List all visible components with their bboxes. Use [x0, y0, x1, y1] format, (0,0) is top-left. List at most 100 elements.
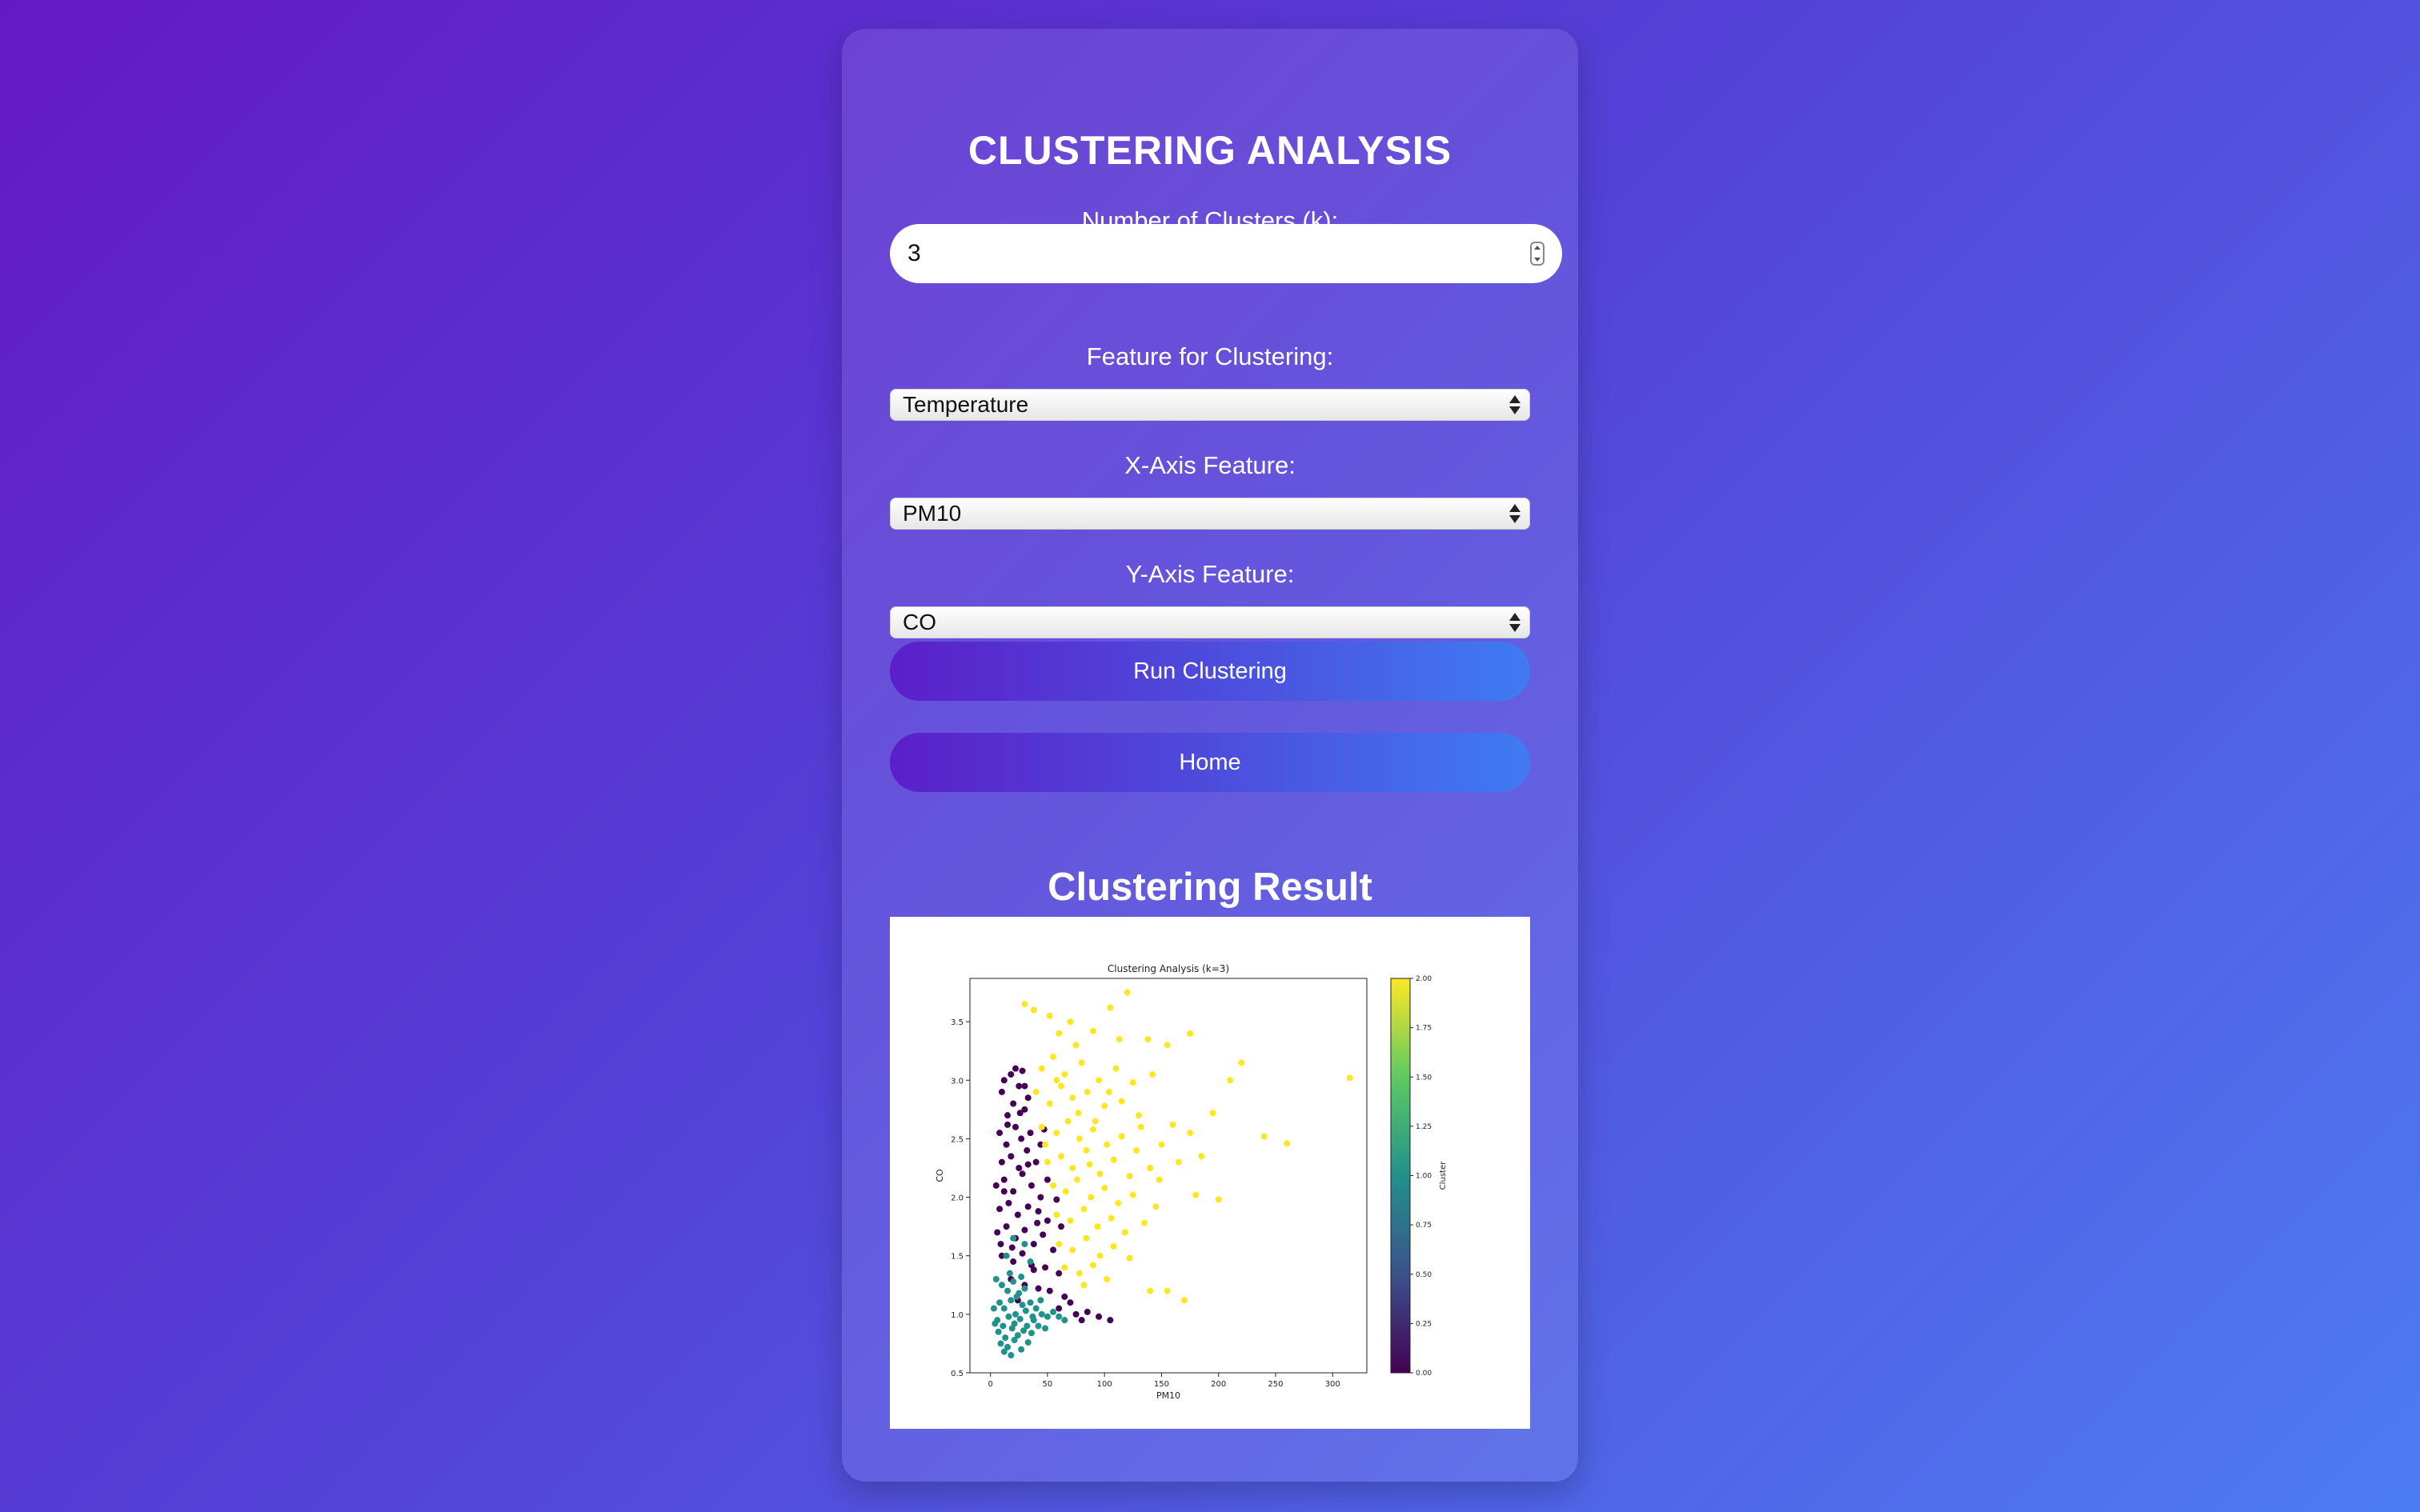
cluster-1-point: [1000, 1348, 1008, 1355]
cluster-1-point: [1002, 1334, 1009, 1342]
x-axis-select[interactable]: PM10: [890, 498, 1530, 530]
cluster-2-point: [1118, 1098, 1125, 1105]
cluster-1-point: [992, 1320, 999, 1327]
colorbar-tick-label: 1.50: [1416, 1074, 1432, 1082]
cluster-2-point: [1067, 1018, 1074, 1026]
cluster-0-point: [1021, 1226, 1028, 1234]
cluster-0-point: [1000, 1188, 1008, 1195]
cluster-1-point: [992, 1275, 1000, 1282]
cluster-0-point: [1019, 1067, 1026, 1074]
cluster-1-point: [1020, 1327, 1027, 1334]
colorbar-tick-label: 1.75: [1416, 1025, 1432, 1033]
cluster-1-point: [1050, 1308, 1057, 1315]
cluster-2-point: [1083, 1234, 1090, 1242]
feature-selected-value: Temperature: [903, 392, 1029, 417]
clusters-number-input[interactable]: 3: [890, 224, 1562, 283]
cluster-2-point: [1121, 1229, 1128, 1236]
cluster-2-point: [1088, 1194, 1095, 1201]
x-axis-selected-value: PM10: [903, 501, 962, 526]
cluster-2-point: [1092, 1118, 1099, 1125]
y-axis-selected-value: CO: [903, 610, 936, 634]
cluster-0-point: [996, 1206, 1004, 1213]
cluster-2-point: [1104, 1141, 1111, 1148]
cluster-0-point: [1003, 1141, 1010, 1148]
run-clustering-button[interactable]: Run Clustering: [890, 642, 1530, 701]
cluster-0-point: [1037, 1194, 1044, 1201]
cluster-2-point: [1030, 1006, 1037, 1014]
cluster-0-point: [1010, 1100, 1017, 1107]
cluster-0-point: [1056, 1270, 1063, 1277]
cluster-2-point: [1180, 1297, 1188, 1304]
cluster-2-point: [1226, 1077, 1233, 1084]
cluster-0-point: [1008, 1153, 1015, 1160]
cluster-1-point: [1000, 1305, 1008, 1312]
cluster-1-point: [1032, 1305, 1040, 1312]
cluster-2-point: [1198, 1153, 1205, 1160]
cluster-1-point: [1021, 1285, 1028, 1292]
cluster-1-point: [1016, 1315, 1024, 1322]
cluster-2-point: [1108, 1214, 1115, 1222]
cluster-2-point: [1044, 1158, 1051, 1166]
cluster-2-point: [1126, 1254, 1133, 1262]
feature-select[interactable]: Temperature: [890, 389, 1530, 421]
home-button[interactable]: Home: [890, 733, 1530, 792]
cluster-2-point: [1058, 1082, 1065, 1090]
cluster-2-point: [1129, 1079, 1136, 1086]
cluster-1-point: [1061, 1317, 1068, 1324]
cluster-2-point: [1069, 1164, 1076, 1171]
cluster-2-point: [1110, 1156, 1117, 1163]
cluster-2-point: [1046, 1012, 1053, 1019]
cluster-2-point: [1062, 1188, 1069, 1195]
cluster-2-point: [1115, 1199, 1122, 1206]
colorbar-tick-label: 1.25: [1416, 1123, 1432, 1131]
cluster-0-point: [1014, 1211, 1021, 1218]
cluster-2-point: [1147, 1287, 1154, 1294]
cluster-0-point: [1024, 1203, 1032, 1210]
y-axis-label: CO: [935, 1169, 945, 1182]
cluster-2-point: [1061, 1070, 1068, 1078]
cluster-2-point: [1076, 1135, 1083, 1142]
cluster-2-point: [1152, 1203, 1160, 1210]
cluster-0-point: [1032, 1158, 1040, 1166]
cluster-0-point: [1034, 1219, 1041, 1226]
cluster-1-point: [1028, 1330, 1035, 1337]
cluster-2-point: [1158, 1141, 1165, 1148]
cluster-0-point: [1050, 1246, 1057, 1254]
cluster-2-point: [1126, 1173, 1133, 1180]
stepper-icon[interactable]: [1530, 242, 1545, 266]
y-axis-select[interactable]: CO: [890, 606, 1530, 638]
cluster-2-point: [1076, 1270, 1083, 1277]
cluster-2-point: [1101, 1184, 1108, 1191]
cluster-0-point: [1096, 1313, 1103, 1320]
colorbar: [1390, 978, 1411, 1374]
cluster-0-point: [1028, 1182, 1035, 1189]
cluster-2-point: [1089, 1126, 1096, 1133]
cluster-0-point: [1012, 1065, 1020, 1072]
cluster-2-point: [1064, 1118, 1072, 1125]
cluster-1-point: [1010, 1234, 1017, 1242]
cluster-2-point: [1083, 1147, 1090, 1154]
cluster-2-point: [1129, 1191, 1136, 1198]
cluster-0-point: [1030, 1266, 1037, 1274]
cluster-0-point: [1000, 1077, 1008, 1084]
cluster-1-point: [1000, 1322, 1007, 1330]
cluster-0-point: [1016, 1082, 1023, 1090]
cluster-2-point: [1021, 1001, 1028, 1008]
cluster-2-point: [1346, 1074, 1353, 1082]
cluster-0-point: [1044, 1217, 1051, 1224]
cluster-2-point: [1284, 1140, 1291, 1147]
cluster-2-point: [1094, 1223, 1101, 1230]
cluster-2-point: [1058, 1153, 1065, 1160]
y-tick-label: 3.5: [951, 1018, 964, 1027]
cluster-2-point: [1260, 1133, 1268, 1140]
colorbar-tick-label: 0.25: [1416, 1320, 1432, 1328]
cluster-2-point: [1124, 989, 1131, 996]
cluster-2-point: [1169, 1121, 1176, 1128]
feature-label: Feature for Clustering:: [1086, 342, 1334, 370]
colorbar-tick-label: 0.00: [1416, 1370, 1432, 1378]
cluster-2-point: [1038, 1065, 1045, 1072]
cluster-0-point: [1024, 1094, 1032, 1102]
cluster-0-point: [1061, 1293, 1068, 1300]
plot-frame: [969, 978, 1368, 1374]
cluster-2-point: [1073, 1176, 1080, 1183]
